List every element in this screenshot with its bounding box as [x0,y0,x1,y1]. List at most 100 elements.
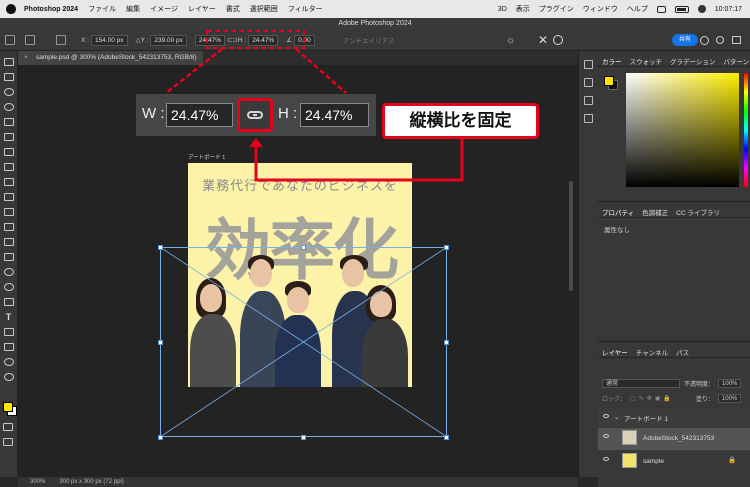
object-select-tool-icon[interactable] [3,118,14,126]
handle-bottom-center[interactable] [301,435,306,440]
blur-tool-icon[interactable] [3,268,14,276]
marquee-tool-icon[interactable] [3,88,14,96]
menu-3d[interactable]: 3D [498,6,507,13]
document-tab[interactable]: × sample.psd @ 300% (AdobeStock_54231375… [18,51,203,65]
opacity-field[interactable]: 100% [718,379,742,388]
visibility-eye-icon[interactable] [603,434,609,438]
menu-layer[interactable]: レイヤー [188,4,216,14]
menu-view[interactable]: 表示 [516,4,530,14]
character-panel-icon[interactable] [584,96,593,105]
help-icon[interactable] [700,35,709,45]
menu-filter[interactable]: フィルター [288,4,323,14]
move-tool-icon[interactable] [25,35,35,45]
rectangle-tool-icon[interactable] [3,343,14,351]
warp-icon[interactable]: ☼ [506,35,515,46]
paragraph-panel-icon[interactable] [584,114,593,123]
move-tool-icon[interactable] [3,58,14,66]
apple-icon[interactable] [6,4,16,14]
type-tool-icon[interactable]: T [4,313,14,322]
hue-slider[interactable] [744,73,748,187]
screen-icon[interactable] [656,5,666,13]
share-button[interactable]: 共有 [672,34,698,46]
tab-color[interactable]: カラー [602,56,622,66]
handle-top-right[interactable] [444,245,449,250]
hand-tool-icon[interactable] [3,358,14,366]
menu-edit[interactable]: 編集 [126,4,140,14]
eyedropper-tool-icon[interactable] [3,163,14,171]
cancel-icon[interactable]: ✕ [538,33,548,47]
angle-field[interactable]: 0.00 [294,34,315,46]
tab-adjustments[interactable]: 色調補正 [642,207,668,217]
chevron-down-icon[interactable]: ⌄ [614,413,619,421]
crop-tool-icon[interactable] [3,133,14,141]
tab-channels[interactable]: チャンネル [636,347,668,357]
link-icon[interactable]: ⊂⊃ [227,36,238,44]
frame-tool-icon[interactable] [3,148,14,156]
workspace-icon[interactable] [732,36,741,44]
tab-gradients[interactable]: グラデーション [670,56,715,66]
document-size[interactable]: 300 px x 300 px (72 ppi) [59,477,123,487]
color-foreground-swatch[interactable] [604,76,614,86]
menu-help[interactable]: ヘルプ [627,4,648,14]
transform-box[interactable] [160,247,447,437]
layer-row-artboard[interactable]: ⌄ アートボード 1 [598,408,750,427]
tab-properties[interactable]: プロパティ [602,207,634,217]
artboard-label[interactable]: アートボード 1 [188,153,225,161]
visibility-eye-icon[interactable] [603,414,609,418]
tab-patterns[interactable]: パターン [723,56,749,66]
menu-plugins[interactable]: プラグイン [539,4,574,14]
menu-file[interactable]: ファイル [88,4,116,14]
tab-swatches[interactable]: スウォッチ [630,56,663,66]
healing-tool-icon[interactable] [3,178,14,186]
lasso-tool-icon[interactable] [3,103,14,111]
control-center-icon[interactable] [697,5,706,13]
home-icon[interactable] [5,35,15,45]
history-brush-tool-icon[interactable] [3,223,14,231]
zoom-level[interactable]: 300% [30,477,45,487]
menu-window[interactable]: ウィンドウ [583,4,618,14]
y-field[interactable]: 239.00 px [150,34,187,46]
handle-bottom-right[interactable] [444,435,449,440]
menu-image[interactable]: イメージ [150,4,178,14]
adjustments-panel-icon[interactable] [584,78,593,87]
handle-bottom-left[interactable] [158,435,163,440]
handle-middle-left[interactable] [158,340,163,345]
pen-tool-icon[interactable] [3,298,14,306]
layer-row-sample[interactable]: sample 🔒 [598,451,750,473]
screen-mode-icon[interactable] [3,438,13,446]
layer-row-adobestock[interactable]: AdobeStock_542313753 [598,428,750,450]
handle-top-left[interactable] [158,245,163,250]
brush-tool-icon[interactable] [3,193,14,201]
menu-select[interactable]: 選択範囲 [250,4,278,14]
fill-field[interactable]: 100% [717,394,742,403]
maintain-aspect-ratio-button[interactable] [237,98,273,132]
visibility-eye-icon[interactable] [603,457,609,461]
history-panel-icon[interactable] [584,60,593,69]
eraser-tool-icon[interactable] [3,238,14,246]
app-menu[interactable]: Photoshop 2024 [24,6,78,13]
color-picker-field[interactable] [626,73,739,187]
gradient-tool-icon[interactable] [3,253,14,261]
canvas-scrollbar[interactable] [569,181,573,291]
zoom-tool-icon[interactable] [3,373,14,381]
zoom-h-field[interactable]: 24.47% [300,103,369,127]
handle-middle-right[interactable] [444,340,449,345]
reference-point-icon[interactable] [56,35,66,45]
stamp-tool-icon[interactable] [3,208,14,216]
tab-cc-libraries[interactable]: CC ライブラリ [676,207,720,217]
close-tab-icon[interactable]: × [24,51,28,65]
quick-mask-icon[interactable] [3,423,13,431]
battery-icon[interactable] [674,5,689,13]
w-field[interactable]: 24.47% [194,34,225,46]
handle-top-center[interactable] [301,245,306,250]
tab-layers[interactable]: レイヤー [602,347,628,357]
commit-icon[interactable] [553,35,563,45]
blend-mode-select[interactable]: 通常 [602,379,680,388]
antialias-label[interactable]: アンチエイリアス [343,35,395,45]
path-select-tool-icon[interactable] [3,328,14,336]
lock-icons[interactable]: ▢✎✥▣🔒 [630,395,674,402]
zoom-w-field[interactable]: 24.47% [166,103,233,127]
artboard-tool-icon[interactable] [3,73,14,81]
search-icon[interactable] [716,36,724,44]
menu-type[interactable]: 書式 [226,4,240,14]
